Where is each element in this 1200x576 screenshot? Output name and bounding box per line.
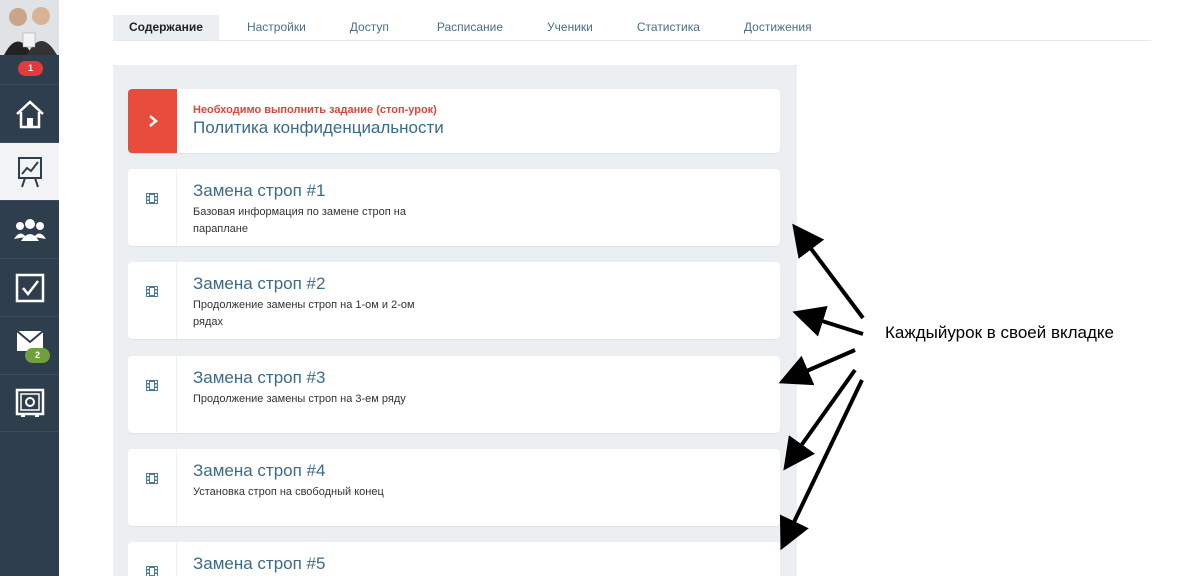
lesson-list: Необходимо выполнить задание (стоп-урок)…: [113, 65, 797, 576]
lesson-card-3[interactable]: Замена строп #3 Продолжение замены строп…: [128, 356, 780, 433]
lesson-card-2[interactable]: Замена строп #2 Продолжение замены строп…: [128, 262, 780, 339]
chevron-right-icon: [148, 115, 158, 127]
lesson-description: Продолжение замены строп на 3-ем ряду: [193, 393, 406, 405]
tab-schedule[interactable]: Расписание: [411, 15, 525, 40]
lesson-content: Замена строп #1 Базовая информация по за…: [193, 181, 770, 238]
lesson-content: Замена строп #3 Продолжение замены строп…: [193, 368, 770, 408]
lesson-card-4[interactable]: Замена строп #4 Установка строп на свобо…: [128, 449, 780, 526]
stop-lesson-notice: Необходимо выполнить задание (стоп-урок): [193, 104, 437, 116]
film-icon: [146, 380, 158, 391]
lesson-type-cell: [128, 262, 177, 339]
lesson-type-cell: [128, 356, 177, 433]
chart-board-icon: [17, 156, 42, 187]
users-icon: [13, 218, 46, 241]
tab-access[interactable]: Доступ: [332, 15, 411, 40]
avatar[interactable]: [0, 0, 59, 55]
tab-students[interactable]: Ученики: [525, 15, 615, 40]
sidebar-item-tasks[interactable]: [0, 258, 59, 316]
sidebar-item-safe[interactable]: [0, 374, 59, 432]
lesson-title[interactable]: Замена строп #4: [193, 461, 770, 481]
tab-statistics[interactable]: Статистика: [615, 15, 722, 40]
lesson-type-cell: [128, 169, 177, 246]
sidebar-item-home[interactable]: [0, 84, 59, 142]
annotation-label: Каждыйурок в своей вкладке: [885, 323, 1115, 342]
lesson-type-cell: [128, 542, 177, 576]
lesson-description: Продолжение замены строп на 1-ом и 2-ом …: [193, 299, 415, 328]
film-icon: [146, 566, 158, 576]
lesson-type-cell: [128, 449, 177, 526]
tab-content[interactable]: Содержание: [113, 15, 219, 40]
tab-settings[interactable]: Настройки: [219, 15, 332, 40]
film-icon: [146, 193, 158, 204]
stop-lesson-title[interactable]: Политика конфиденциальности: [193, 118, 770, 138]
lesson-description: Базовая информация по замене строп на па…: [193, 206, 406, 235]
mail-badge[interactable]: 2: [25, 348, 50, 363]
lesson-title[interactable]: Замена строп #3: [193, 368, 770, 388]
lesson-title[interactable]: Замена строп #1: [193, 181, 770, 201]
lesson-description: Установка строп на свободный конец: [193, 486, 384, 498]
safe-icon: [15, 388, 44, 417]
film-icon: [146, 286, 158, 297]
sidebar-item-mail[interactable]: [0, 316, 59, 374]
lesson-title[interactable]: Замена строп #2: [193, 274, 770, 294]
film-icon: [146, 473, 158, 484]
lesson-card-5[interactable]: Замена строп #5: [128, 542, 780, 576]
stop-lesson-marker: [128, 89, 177, 153]
lesson-card-1[interactable]: Замена строп #1 Базовая информация по за…: [128, 169, 780, 246]
home-icon: [15, 99, 44, 128]
tab-achievements[interactable]: Достижения: [722, 15, 834, 40]
stop-lesson-content: Необходимо выполнить задание (стоп-урок)…: [193, 101, 770, 138]
lesson-title[interactable]: Замена строп #5: [193, 554, 770, 574]
arrow-to-lesson-1: [792, 223, 865, 320]
lesson-content: Замена строп #4 Установка строп на свобо…: [193, 461, 770, 501]
sidebar-item-stats[interactable]: [0, 142, 59, 200]
avatar-photo: [0, 0, 59, 55]
sidebar-item-users[interactable]: [0, 200, 59, 258]
tab-bar: Содержание Настройки Доступ Расписание У…: [113, 15, 1151, 41]
sidebar: 1 2: [0, 0, 59, 576]
stop-lesson-card[interactable]: Необходимо выполнить задание (стоп-урок)…: [128, 89, 780, 153]
checkbox-icon: [15, 273, 44, 302]
lesson-content: Замена строп #2 Продолжение замены строп…: [193, 274, 770, 331]
arrow-to-lesson-2: [792, 306, 864, 337]
lesson-content: Замена строп #5: [193, 554, 770, 574]
notifications-badge[interactable]: 1: [18, 61, 43, 76]
arrow-to-lesson-4: [783, 368, 857, 471]
